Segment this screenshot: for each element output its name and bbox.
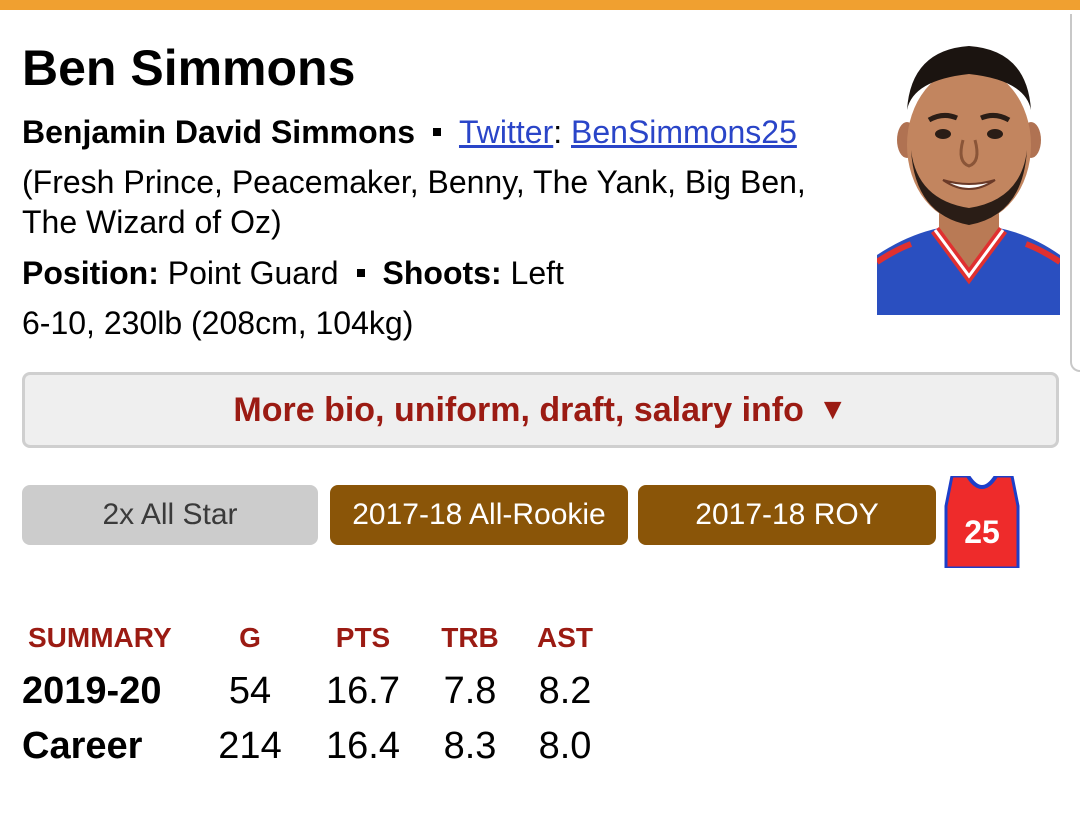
position-value: Point Guard xyxy=(167,255,339,291)
more-info-button[interactable]: More bio, uniform, draft, salary info ▼ xyxy=(22,372,1059,448)
career-ast: 8.0 xyxy=(538,725,592,767)
scroll-indicator xyxy=(1070,14,1080,372)
career-trb: 8.3 xyxy=(443,725,497,767)
ast-header: AST xyxy=(537,622,593,653)
twitter-handle-link[interactable]: BenSimmons25 xyxy=(571,114,797,150)
award-label: 2017-18 ROY xyxy=(695,498,879,531)
separator-square-icon xyxy=(432,127,441,136)
nicknames-line-1: (Fresh Prince, Peacemaker, Benny, The Ya… xyxy=(22,164,806,200)
pts-header: PTS xyxy=(335,622,391,653)
twitter-link-label[interactable]: Twitter xyxy=(459,114,553,150)
award-label: 2017-18 All-Rookie xyxy=(352,498,606,531)
career-g: 214 xyxy=(218,725,282,767)
award-label: 2x All Star xyxy=(102,498,238,531)
triangle-down-icon: ▼ xyxy=(817,393,848,426)
more-info-label: More bio, uniform, draft, salary info xyxy=(233,390,804,429)
shoots-value: Left xyxy=(510,255,564,291)
award-badge-all-rookie[interactable]: 2017-18 All-Rookie xyxy=(330,485,628,545)
jersey-icon[interactable]: 25 xyxy=(944,474,1020,570)
season-pts: 16.7 xyxy=(326,670,400,712)
trb-header: TRB xyxy=(441,622,499,653)
full-name: Benjamin David Simmons xyxy=(22,114,415,150)
career-pts: 16.4 xyxy=(326,725,400,767)
separator-square-icon xyxy=(356,268,365,277)
accent-top-bar xyxy=(0,0,1080,10)
twitter-colon: : xyxy=(553,114,563,150)
row-label-career: Career xyxy=(22,725,143,767)
jersey-number: 25 xyxy=(964,514,1000,550)
season-trb: 7.8 xyxy=(443,670,497,712)
season-ast: 8.2 xyxy=(538,670,592,712)
position-label: Position: xyxy=(22,255,159,291)
shoots-label: Shoots: xyxy=(382,255,502,291)
player-page: Ben Simmons Benjamin David Simmons Twitte… xyxy=(0,0,1080,828)
award-badge-all-star[interactable]: 2x All Star xyxy=(22,485,318,545)
position-line: Position: Point Guard Shoots: Left xyxy=(22,253,564,293)
player-headshot-photo xyxy=(877,40,1060,315)
measurements: 6-10, 230lb (208cm, 104kg) xyxy=(22,305,414,341)
season-g: 54 xyxy=(228,670,272,712)
nicknames-line-2: The Wizard of Oz) xyxy=(22,204,282,240)
g-header: G xyxy=(239,622,261,653)
player-name: Ben Simmons xyxy=(22,40,356,96)
full-name-line: Benjamin David Simmons Twitter: BenSimmon… xyxy=(22,112,797,152)
summary-header: SUMMARY xyxy=(28,622,172,653)
award-badge-roy[interactable]: 2017-18 ROY xyxy=(638,485,936,545)
row-label-season: 2019-20 xyxy=(22,670,162,712)
